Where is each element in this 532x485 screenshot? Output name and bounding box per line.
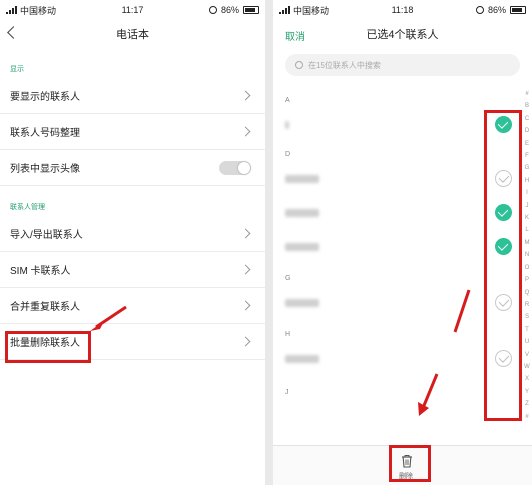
menu-item-import-export[interactable]: 导入/导出联系人: [0, 216, 265, 252]
selection-title: 已选4个联系人: [366, 29, 439, 41]
index-letter[interactable]: N: [525, 249, 529, 261]
toggle-knob: [238, 162, 250, 174]
title-bar: 电话本: [0, 20, 265, 48]
highlight-box-batch-delete: [5, 331, 91, 363]
index-letter[interactable]: H: [525, 175, 529, 187]
status-time: 11:18: [391, 5, 414, 15]
highlight-box-delete: [389, 445, 431, 482]
signal-icon: [6, 6, 17, 14]
highlight-box-checkboxes: [484, 110, 522, 421]
index-letter[interactable]: O: [525, 262, 530, 274]
status-bar: 中国移动 11:18 86%: [273, 0, 532, 20]
index-letter[interactable]: K: [525, 212, 529, 224]
menu-item-contacts-to-display[interactable]: 要显示的联系人: [0, 78, 265, 114]
menu-item-sim-contacts[interactable]: SIM 卡联系人: [0, 252, 265, 288]
menu-item-organize-numbers[interactable]: 联系人号码整理: [0, 114, 265, 150]
blurred-contact-name: [285, 243, 319, 251]
blurred-contact-name: [285, 121, 289, 129]
index-letter[interactable]: R: [525, 299, 529, 311]
back-arrow-icon[interactable]: [7, 26, 20, 39]
search-icon: [295, 61, 303, 69]
menu-item-label: 合并重复联系人: [10, 302, 80, 313]
battery-percent: 86%: [220, 5, 239, 15]
letter-header-a: A: [285, 96, 290, 104]
alarm-icon: [475, 6, 484, 14]
index-letter[interactable]: E: [525, 138, 529, 150]
index-letter[interactable]: I: [526, 187, 528, 199]
search-placeholder: 在15位联系人中搜索: [308, 60, 381, 70]
menu-item-label: 要显示的联系人: [10, 92, 80, 103]
alarm-icon: [208, 6, 217, 14]
index-letter[interactable]: M: [525, 237, 530, 249]
blurred-contact-name: [285, 355, 319, 363]
signal-icon: [279, 6, 290, 14]
index-letter[interactable]: U: [525, 336, 529, 348]
search-input[interactable]: 在15位联系人中搜索: [285, 54, 520, 76]
index-letter[interactable]: G: [525, 162, 530, 174]
chevron-right-icon: [240, 336, 251, 347]
blurred-contact-name: [285, 209, 319, 217]
page-title: 电话本: [116, 29, 149, 41]
carrier-label: 中国移动: [20, 5, 57, 16]
menu-item-merge-duplicates[interactable]: 合并重复联系人: [0, 288, 265, 324]
index-letter[interactable]: #: [525, 88, 528, 100]
index-letter[interactable]: Z: [525, 398, 529, 410]
menu-item-label: 联系人号码整理: [10, 128, 80, 139]
index-letter[interactable]: #: [525, 411, 528, 423]
chevron-right-icon: [240, 126, 251, 137]
menu-item-label: 列表中显示头像: [10, 164, 80, 175]
index-letter[interactable]: T: [525, 324, 529, 336]
index-letter[interactable]: C: [525, 113, 529, 125]
blurred-contact-name: [285, 299, 319, 307]
index-letter[interactable]: F: [525, 150, 529, 162]
index-letter[interactable]: L: [525, 224, 528, 236]
chevron-right-icon: [240, 90, 251, 101]
carrier-label: 中国移动: [293, 5, 330, 16]
index-letter[interactable]: P: [525, 274, 529, 286]
red-arrow-icon: [453, 289, 471, 333]
index-letter[interactable]: V: [525, 349, 529, 361]
menu-item-show-avatars: 列表中显示头像: [0, 150, 265, 186]
blurred-contact-name: [285, 175, 319, 183]
battery-percent: 86%: [487, 5, 506, 15]
menu-item-label: 导入/导出联系人: [10, 230, 83, 241]
index-letter[interactable]: W: [524, 361, 530, 373]
status-bar: 中国移动 11:17 86%: [0, 0, 265, 20]
section-header-display: 显示: [10, 66, 24, 73]
right-screen: 中国移动 11:18 86% 取消 已选4个联系人 在15位联系人中搜索 A D…: [273, 0, 532, 485]
battery-icon: [509, 6, 526, 14]
left-screen: 中国移动 11:17 86% 电话本 显示 要显示的联系人 联系人号码整理 列表…: [0, 0, 265, 485]
index-letter[interactable]: B: [525, 100, 529, 112]
alphabet-index-scrollbar[interactable]: # B C D E F G H I J K L M N O P Q R S T U V W X Y Z #: [523, 88, 531, 423]
chevron-right-icon: [240, 264, 251, 275]
chevron-right-icon: [240, 228, 251, 239]
index-letter[interactable]: J: [526, 200, 529, 212]
status-time: 11:17: [121, 5, 144, 15]
avatar-toggle[interactable]: [219, 161, 251, 175]
chevron-right-icon: [240, 300, 251, 311]
section-header-management: 联系人管理: [10, 204, 45, 211]
index-letter[interactable]: D: [525, 125, 529, 137]
index-letter[interactable]: S: [525, 311, 529, 323]
battery-icon: [242, 6, 259, 14]
index-letter[interactable]: Y: [525, 386, 529, 398]
red-arrow-icon: [90, 305, 127, 331]
title-bar: 取消 已选4个联系人: [273, 20, 532, 48]
index-letter[interactable]: X: [525, 373, 529, 385]
cancel-button[interactable]: 取消: [285, 28, 305, 43]
menu-item-label: SIM 卡联系人: [10, 266, 71, 277]
red-arrow-icon: [418, 373, 439, 416]
index-letter[interactable]: Q: [525, 287, 530, 299]
